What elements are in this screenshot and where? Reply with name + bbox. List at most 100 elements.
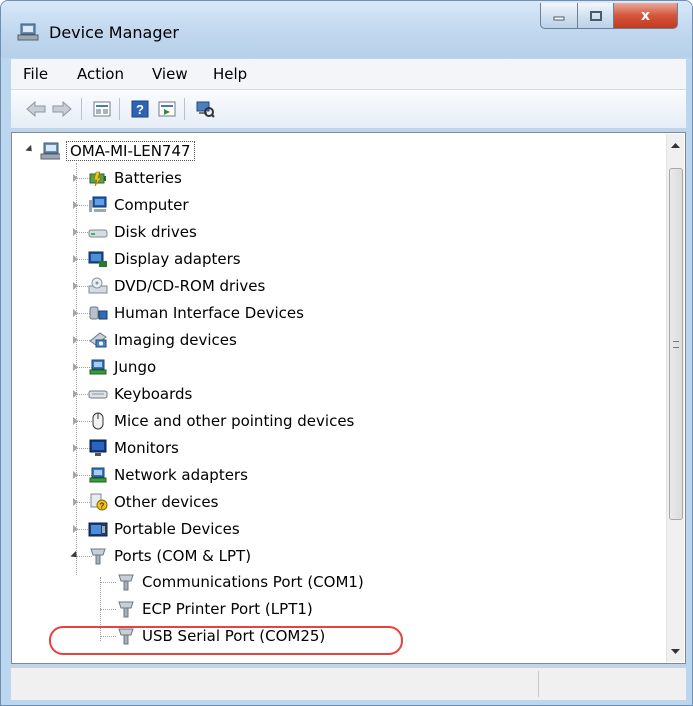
tree-guide-line — [100, 636, 116, 637]
expander-dvd-cd-rom-drives[interactable] — [73, 282, 78, 290]
tree-item-usb-serial-port-com25[interactable]: USB Serial Port (COM25) — [116, 624, 325, 648]
back-button[interactable] — [25, 99, 47, 119]
tree-item-label: Display adapters — [114, 250, 241, 268]
maximize-button[interactable] — [578, 3, 614, 29]
unknown-device-icon: ? — [88, 493, 108, 511]
dvd-drive-icon — [88, 277, 108, 295]
tree-item-keyboards[interactable]: Keyboards — [88, 382, 192, 406]
tree-item-label: USB Serial Port (COM25) — [142, 627, 326, 645]
expander-computer[interactable] — [73, 201, 78, 209]
tree-item-mice-and-other-pointing-devices[interactable]: Mice and other pointing devices — [88, 409, 354, 433]
expander-disk-drives[interactable] — [73, 228, 78, 236]
scroll-down-button[interactable] — [667, 643, 684, 660]
tree-item-label: Human Interface Devices — [114, 304, 304, 322]
network-adapter-icon — [88, 466, 108, 484]
status-separator — [538, 671, 539, 697]
maximize-icon — [589, 10, 602, 21]
menu-bar: File Action View Help — [11, 59, 686, 90]
port-icon — [116, 600, 136, 618]
properties-icon — [93, 101, 111, 117]
title-bar[interactable]: Device Manager x — [1, 1, 692, 58]
status-bar — [11, 667, 686, 700]
scroll-down-icon — [671, 648, 680, 654]
scroll-up-button[interactable] — [667, 136, 684, 153]
scan-hardware-button[interactable] — [194, 99, 216, 119]
tree-item-ecp-printer-port-lpt1[interactable]: ECP Printer Port (LPT1) — [116, 597, 313, 621]
tree-item-dvd-cd-rom-drives[interactable]: DVD/CD-ROM drives — [88, 274, 265, 298]
window-title: Device Manager — [49, 23, 179, 42]
device-manager-icon — [17, 23, 39, 41]
scan-hardware-icon — [196, 101, 215, 118]
expander-portable-devices[interactable] — [73, 525, 78, 533]
tree-item-imaging-devices[interactable]: Imaging devices — [88, 328, 237, 352]
tree-item-communications-port-com1[interactable]: Communications Port (COM1) — [116, 570, 364, 594]
menu-help[interactable]: Help — [213, 65, 247, 83]
tree-item-label: Communications Port (COM1) — [142, 573, 364, 591]
expander-display-adapters[interactable] — [73, 255, 78, 263]
svg-text:?: ? — [136, 102, 144, 117]
expander-monitors[interactable] — [73, 444, 78, 452]
port-icon — [116, 627, 136, 645]
tree-item-jungo[interactable]: Jungo — [88, 355, 156, 379]
expander-jungo[interactable] — [73, 363, 78, 371]
menu-view[interactable]: View — [152, 65, 188, 83]
computer-icon — [88, 196, 108, 214]
tree-item-batteries[interactable]: Batteries — [88, 166, 182, 190]
tree-item-display-adapters[interactable]: Display adapters — [88, 247, 241, 271]
expander-batteries[interactable] — [73, 174, 78, 182]
expander-human-interface-devices[interactable] — [73, 309, 78, 317]
root-expander[interactable] — [25, 144, 35, 155]
minimize-button[interactable] — [540, 3, 578, 29]
close-button[interactable]: x — [614, 3, 678, 29]
menu-file[interactable]: File — [23, 65, 48, 83]
tree-item-label: Mice and other pointing devices — [114, 412, 355, 430]
expander-imaging-devices[interactable] — [73, 336, 78, 344]
tree-item-ports-com-lpt[interactable]: Ports (COM & LPT) — [88, 544, 251, 568]
help-icon: ? — [131, 100, 149, 118]
tree-item-label: Batteries — [114, 169, 182, 187]
help-button[interactable]: ? — [129, 99, 151, 119]
tree-item-human-interface-devices[interactable]: Human Interface Devices — [88, 301, 304, 325]
caption-buttons: x — [540, 3, 678, 33]
tree-guide-line — [100, 582, 116, 583]
tree-item-computer[interactable]: Computer — [88, 193, 189, 217]
expander-other-devices[interactable] — [73, 498, 78, 506]
toolbar: ? — [11, 90, 686, 129]
tree-item-label: Monitors — [114, 439, 179, 457]
computer-root-icon — [40, 142, 60, 160]
tree-item-monitors[interactable]: Monitors — [88, 436, 179, 460]
show-hidden-button[interactable] — [156, 99, 178, 119]
tree-item-label: Disk drives — [114, 223, 197, 241]
display-adapter-icon — [88, 250, 108, 268]
scroll-thumb[interactable] — [669, 168, 683, 520]
device-tree[interactable]: OMA-MI-LEN747 Batteries Computer Disk driv… — [11, 132, 686, 664]
show-hidden-icon — [158, 101, 176, 117]
root-label: OMA-MI-LEN747 — [66, 141, 195, 161]
toolbar-separator — [81, 98, 82, 120]
tree-item-network-adapters[interactable]: Network adapters — [88, 463, 248, 487]
disk-drive-icon — [88, 223, 108, 241]
tree-item-disk-drives[interactable]: Disk drives — [88, 220, 197, 244]
device-manager-window: Device Manager x File Action View Help ?… — [0, 0, 693, 706]
port-icon — [116, 573, 136, 591]
svg-text:?: ? — [100, 502, 105, 511]
expander-keyboards[interactable] — [73, 390, 78, 398]
keyboard-icon — [88, 385, 108, 403]
tree-guide-line — [100, 609, 116, 610]
scroll-grip-icon — [673, 341, 679, 348]
tree-item-other-devices[interactable]: ? Other devices — [88, 490, 218, 514]
toolbar-separator — [119, 98, 120, 120]
close-icon: x — [640, 7, 651, 24]
menu-action[interactable]: Action — [77, 65, 124, 83]
tree-item-portable-devices[interactable]: Portable Devices — [88, 517, 240, 541]
tree-root[interactable]: OMA-MI-LEN747 — [40, 139, 195, 163]
forward-button[interactable] — [51, 99, 73, 119]
expander-mice-and-other-pointing-devices[interactable] — [73, 417, 78, 425]
expander-ports-com-lpt-[interactable] — [70, 550, 80, 561]
tree-item-label: DVD/CD-ROM drives — [114, 277, 266, 295]
forward-arrow-icon — [52, 101, 72, 117]
tree-item-label: ECP Printer Port (LPT1) — [142, 600, 313, 618]
vertical-scrollbar[interactable] — [666, 134, 684, 662]
properties-button[interactable] — [91, 99, 113, 119]
expander-network-adapters[interactable] — [73, 471, 78, 479]
